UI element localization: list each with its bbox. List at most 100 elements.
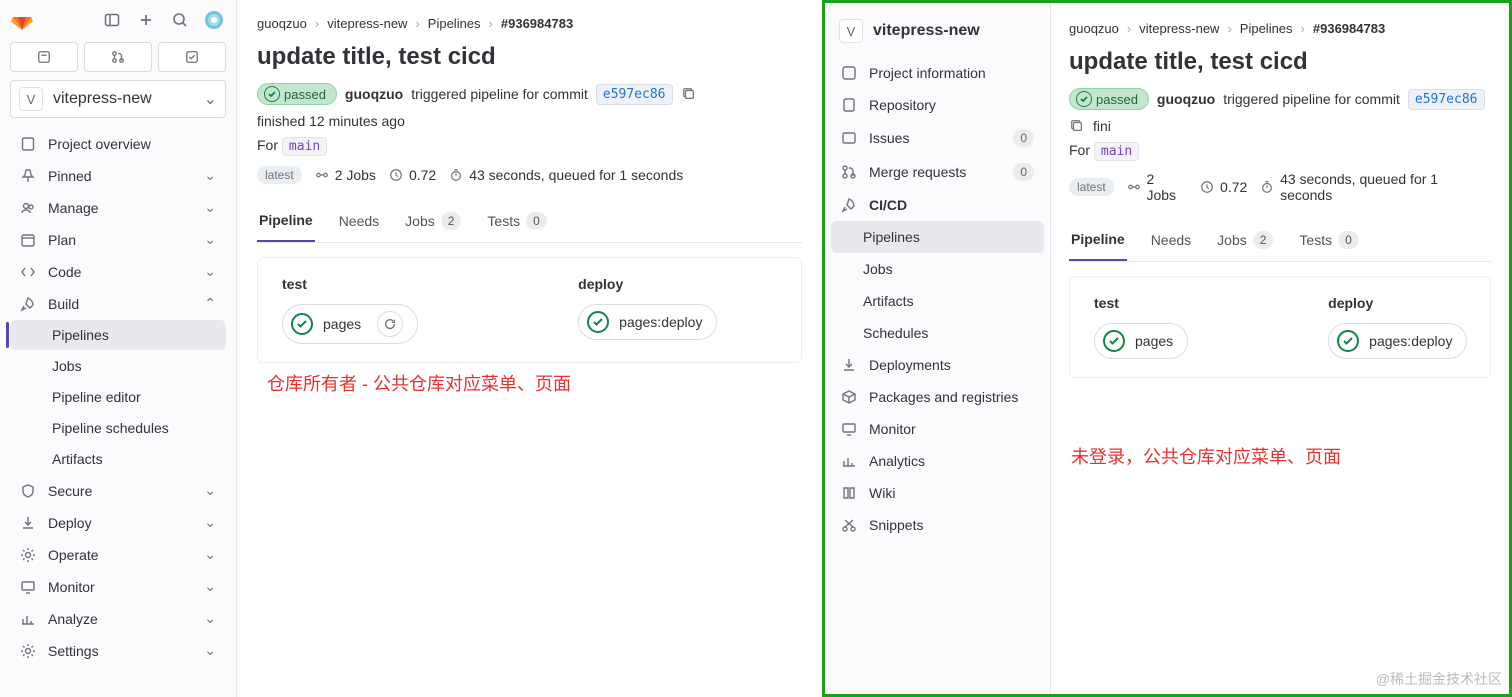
duration-text: 43 seconds, queued for 1 seconds xyxy=(1280,171,1491,203)
sidebar-item-wiki[interactable]: Wiki xyxy=(831,477,1044,509)
plus-icon[interactable] xyxy=(134,8,158,32)
merge-requests-tab-button[interactable] xyxy=(84,42,152,72)
sidebar-item-secure[interactable]: Secure⌄ xyxy=(10,475,226,506)
sidebar-item-snippets[interactable]: Snippets xyxy=(831,509,1044,541)
breadcrumb: guoqzuo› vitepress-new› Pipelines› #9369… xyxy=(257,12,802,43)
sidebar-item-cicd[interactable]: CI/CD xyxy=(831,189,1044,221)
analytics-icon xyxy=(20,611,36,627)
job-pill-deploy[interactable]: pages:deploy xyxy=(1328,323,1467,359)
search-icon[interactable] xyxy=(168,8,192,32)
breadcrumb-current: #936984783 xyxy=(1313,21,1385,36)
sidebar-item-merge-requests[interactable]: Merge requests0 xyxy=(831,155,1044,189)
commit-sha-link[interactable]: e597ec86 xyxy=(596,84,673,105)
tab-jobs[interactable]: Jobs2 xyxy=(1215,221,1275,261)
gitlab-logo-icon[interactable] xyxy=(10,8,34,32)
tab-pipeline[interactable]: Pipeline xyxy=(1069,221,1127,261)
sidebar-item-repository[interactable]: Repository xyxy=(831,89,1044,121)
sidebar-item-monitor[interactable]: Monitor xyxy=(831,413,1044,445)
sidebar-item-deploy[interactable]: Deploy⌄ xyxy=(10,507,226,538)
sidebar-item-project-information[interactable]: Project information xyxy=(831,57,1044,89)
breadcrumb-link[interactable]: vitepress-new xyxy=(327,16,407,31)
retry-icon[interactable] xyxy=(377,311,403,337)
sidebar-item-jobs[interactable]: Jobs xyxy=(831,253,1044,285)
sidebar-item-pipeline-editor[interactable]: Pipeline editor xyxy=(10,382,226,412)
sidebar-item-label: Schedules xyxy=(863,325,928,341)
sidebar-item-packages[interactable]: Packages and registries xyxy=(831,381,1044,413)
sidebar-item-label: Manage xyxy=(48,200,99,216)
sidebar-item-label: Jobs xyxy=(863,261,893,277)
sidebar-item-pipelines[interactable]: Pipelines xyxy=(831,221,1044,253)
tab-label: Tests xyxy=(1299,232,1332,248)
author-name[interactable]: guoqzuo xyxy=(345,86,403,102)
copy-icon[interactable] xyxy=(681,86,697,102)
sidebar-item-operate[interactable]: Operate⌄ xyxy=(10,539,226,570)
sidebar-toggle-icon[interactable] xyxy=(100,8,124,32)
timer-icon xyxy=(448,167,464,183)
tab-tests[interactable]: Tests0 xyxy=(1297,221,1360,261)
calendar-icon xyxy=(20,232,36,248)
project-header[interactable]: V vitepress-new xyxy=(831,13,1044,57)
breadcrumb-link[interactable]: guoqzuo xyxy=(1069,21,1119,36)
user-avatar-icon[interactable] xyxy=(202,8,226,32)
breadcrumb-link[interactable]: Pipelines xyxy=(1240,21,1293,36)
sidebar-item-artifacts[interactable]: Artifacts xyxy=(10,444,226,474)
chevron-down-icon: ⌄ xyxy=(204,89,217,109)
project-switcher[interactable]: V vitepress-new ⌄ xyxy=(10,80,226,118)
sidebar-item-issues[interactable]: Issues0 xyxy=(831,121,1044,155)
breadcrumb-link[interactable]: Pipelines xyxy=(428,16,481,31)
todos-tab-button[interactable] xyxy=(158,42,226,72)
branch-chip[interactable]: main xyxy=(1094,142,1139,161)
author-name[interactable]: guoqzuo xyxy=(1157,91,1215,107)
breadcrumb-link[interactable]: guoqzuo xyxy=(257,16,307,31)
copy-icon[interactable] xyxy=(1069,118,1085,134)
sidebar-item-monitor[interactable]: Monitor⌄ xyxy=(10,571,226,602)
job-pill-pages[interactable]: pages xyxy=(1094,323,1188,359)
sidebar-item-settings[interactable]: Settings⌄ xyxy=(10,635,226,666)
sidebar-item-pipelines[interactable]: Pipelines xyxy=(10,320,226,350)
sidebar-item-label: Plan xyxy=(48,232,76,248)
status-badge[interactable]: passed xyxy=(1069,88,1149,110)
sidebar-item-pipeline-schedules[interactable]: Pipeline schedules xyxy=(10,413,226,443)
branch-chip[interactable]: main xyxy=(282,137,327,156)
sidebar-item-label: Operate xyxy=(48,547,99,563)
tab-jobs[interactable]: Jobs2 xyxy=(403,202,463,242)
sidebar-item-analyze[interactable]: Analyze⌄ xyxy=(10,603,226,634)
sidebar-item-deployments[interactable]: Deployments xyxy=(831,349,1044,381)
check-circle-icon xyxy=(1337,330,1359,352)
tab-pipeline[interactable]: Pipeline xyxy=(257,202,315,242)
job-pill-deploy[interactable]: pages:deploy xyxy=(578,304,717,340)
sidebar-item-label: Deployments xyxy=(869,357,951,373)
for-label: For xyxy=(1069,142,1090,158)
sidebar-item-analytics[interactable]: Analytics xyxy=(831,445,1044,477)
sidebar-item-code[interactable]: Code⌄ xyxy=(10,256,226,287)
sidebar-item-build[interactable]: Build⌃ xyxy=(10,288,226,319)
sidebar-item-schedules[interactable]: Schedules xyxy=(831,317,1044,349)
sidebar-item-plan[interactable]: Plan⌄ xyxy=(10,224,226,255)
pin-icon xyxy=(20,168,36,184)
sidebar-item-label: Project overview xyxy=(48,136,151,152)
chevron-down-icon: ⌄ xyxy=(204,263,216,280)
sidebar-item-project-overview[interactable]: Project overview xyxy=(10,129,226,159)
sidebar-item-artifacts[interactable]: Artifacts xyxy=(831,285,1044,317)
commit-sha-link[interactable]: e597ec86 xyxy=(1408,89,1485,110)
tab-count: 2 xyxy=(1253,231,1274,249)
code-icon xyxy=(20,264,36,280)
jobs-count: 2 Jobs xyxy=(335,167,376,183)
duration-text: 43 seconds, queued for 1 seconds xyxy=(469,167,683,183)
sidebar-item-label: Artifacts xyxy=(863,293,914,309)
job-pill-pages[interactable]: pages xyxy=(282,304,418,344)
tab-needs[interactable]: Needs xyxy=(1149,221,1193,261)
breadcrumb-link[interactable]: vitepress-new xyxy=(1139,21,1219,36)
issues-tab-button[interactable] xyxy=(10,42,78,72)
status-badge[interactable]: passed xyxy=(257,83,337,105)
sidebar-item-label: Monitor xyxy=(869,421,916,437)
tab-needs[interactable]: Needs xyxy=(337,202,381,242)
sidebar-item-label: Settings xyxy=(48,643,99,659)
sidebar-item-jobs[interactable]: Jobs xyxy=(10,351,226,381)
sidebar-item-pinned[interactable]: Pinned⌄ xyxy=(10,160,226,191)
tab-tests[interactable]: Tests0 xyxy=(485,202,548,242)
sidebar-item-manage[interactable]: Manage⌄ xyxy=(10,192,226,223)
sidebar-item-label: Wiki xyxy=(869,485,895,501)
coverage-value: 0.72 xyxy=(1220,179,1247,195)
check-circle-icon xyxy=(587,311,609,333)
